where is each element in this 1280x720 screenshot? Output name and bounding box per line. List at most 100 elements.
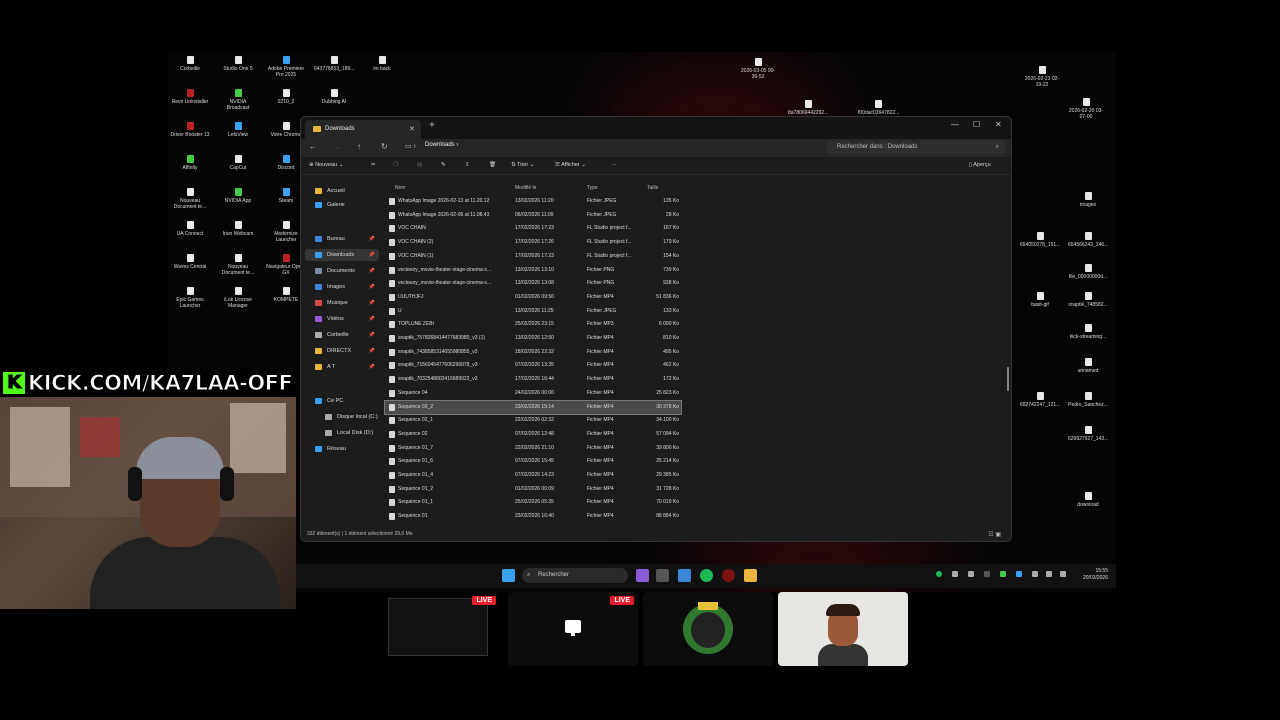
file-row[interactable]: Sequence 01_7 22/02/2026 21:10 Fichier MP4… <box>385 442 681 456</box>
column-header-date[interactable]: Modifié le <box>515 185 536 191</box>
sidebar-item-downloads[interactable]: Downloads 📌 <box>305 249 379 261</box>
search-input[interactable]: Rechercher dans : Downloads ⌕ <box>827 141 1005 154</box>
tray-icon[interactable] <box>936 571 942 577</box>
file-row[interactable]: UUUTHJFJ 01/02/2026 09:56 Fichier MP4 51 83… <box>385 291 681 305</box>
sidebar-item-directx[interactable]: DIRECTX 📌 <box>315 345 379 357</box>
tray-icon[interactable] <box>968 571 974 577</box>
tray-icon[interactable] <box>984 571 990 577</box>
paste-icon[interactable]: ▤ <box>417 162 422 168</box>
pin-icon[interactable]: 📌 <box>369 233 375 245</box>
file-row[interactable]: snaptik_7438585314655980855_v3 18/02/2026… <box>385 346 681 360</box>
desktop-icon[interactable]: UA Connect <box>170 221 210 237</box>
wifi-icon[interactable] <box>1046 571 1052 577</box>
up-arrow-icon[interactable]: ↑ <box>357 142 361 151</box>
sidebar-item-a-t[interactable]: A T 📌 <box>315 361 379 373</box>
desktop-file-icon[interactable]: 2026-02-23 02-19-22 <box>1022 66 1062 88</box>
view-button[interactable]: ☰ Afficher ⌄ <box>555 162 586 168</box>
opera-icon[interactable] <box>722 569 735 582</box>
desktop-icon[interactable]: Revo Uninstaller <box>170 89 210 105</box>
windows-start-icon[interactable] <box>502 569 515 582</box>
file-row[interactable]: snaptik_7032548803416689922_v3 17/02/2026… <box>385 373 681 387</box>
file-row[interactable]: Sequence 02_1 22/02/2026 02:32 Fichier MP4… <box>385 414 681 428</box>
sidebar-item-vid-os[interactable]: Vidéos 📌 <box>315 313 379 325</box>
more-options-button[interactable]: ··· <box>611 162 617 168</box>
desktop-icon[interactable]: CapCut <box>218 155 258 171</box>
desktop-icon[interactable]: Epic Games Launcher <box>170 287 210 309</box>
maximize-button[interactable]: ☐ <box>973 120 980 129</box>
desktop-file-icon[interactable]: 2026-02-20 03-07-00 <box>1066 98 1106 120</box>
desktop-file-icon[interactable]: 8a78069442292... <box>788 100 828 116</box>
new-tab-button[interactable]: + <box>429 120 435 131</box>
view-toggle-icons[interactable]: ☷ ▣ <box>988 531 1001 538</box>
desktop-icon[interactable]: Iriun Webcam <box>218 221 258 237</box>
cut-icon[interactable]: ✂ <box>371 162 376 168</box>
file-row[interactable]: TOPLUNE ZEBI 25/02/2026 23:15 Fichier MP3 6… <box>385 318 681 332</box>
desktop-icon[interactable]: Nouveau Document te... <box>218 254 258 276</box>
close-window-button[interactable]: ✕ <box>995 120 1002 129</box>
delete-icon[interactable]: 🗑 <box>489 162 496 168</box>
file-row[interactable]: Sequence 04 24/02/2026 00:06 Fichier MP4 25… <box>385 387 681 401</box>
share-icon[interactable]: ⇪ <box>465 162 470 168</box>
preview-button[interactable]: ▯ Aperçu <box>969 162 991 168</box>
desktop-file-icon[interactable]: 652742247_121... <box>1020 392 1060 408</box>
desktop-file-icon[interactable]: basit-gif <box>1020 292 1060 308</box>
sidebar-item-musique[interactable]: Musique 📌 <box>315 297 379 309</box>
tab-downloads[interactable]: Downloads ✕ <box>305 120 421 139</box>
file-row[interactable]: WhatsApp Image 2026-02-13 at 11.20.12 13/… <box>385 195 681 209</box>
participant-tile-screen-share[interactable]: LIVE <box>370 592 500 666</box>
desktop-icon[interactable]: NVIDIA Broadcast <box>218 89 258 111</box>
desktop-file-icon[interactable]: unnamed <box>1068 358 1108 374</box>
desktop-file-icon[interactable]: snaptik_748582... <box>1068 292 1108 308</box>
pin-icon[interactable]: 📌 <box>369 313 375 325</box>
file-row[interactable]: VOC CHAIN 17/02/2026 17:23 FL Studio proje… <box>385 222 681 236</box>
back-arrow-icon[interactable]: ← <box>309 142 317 151</box>
file-row[interactable]: vecteezy_movie-theater-stage-cinema-s...… <box>385 264 681 278</box>
file-row[interactable]: Sequence 01_2 01/02/2026 00:09 Fichier MP4… <box>385 483 681 497</box>
tray-icon[interactable] <box>1000 571 1006 577</box>
sidebar-item-corbeille[interactable]: Corbeille 📌 <box>315 329 379 341</box>
file-row[interactable]: Sequence 02_2 23/02/2026 15:14 Fichier MP4… <box>384 399 682 416</box>
sidebar-item-ce-pc[interactable]: Ce PC <box>315 395 379 407</box>
desktop-file-icon[interactable]: 629927927_143... <box>1068 426 1108 442</box>
file-explorer-icon[interactable] <box>744 569 757 582</box>
sidebar-item-bureau[interactable]: Bureau 📌 <box>315 233 379 245</box>
microphone-icon[interactable] <box>1032 571 1038 577</box>
breadcrumb[interactable]: Downloads › <box>425 142 458 148</box>
photos-icon[interactable] <box>678 569 691 582</box>
desktop-icon[interactable]: 0210_2 <box>266 89 306 105</box>
desktop-icon[interactable]: iLok License Manager <box>218 287 258 309</box>
sidebar-item-r-seau[interactable]: Réseau <box>315 443 379 455</box>
desktop-icon[interactable]: Adobe Premiere Pro 2025 <box>266 56 306 78</box>
rename-icon[interactable]: ✎ <box>441 162 446 168</box>
desktop-icon[interactable]: Nouveau Document te... <box>170 188 210 210</box>
column-header-name[interactable]: Nom <box>395 185 406 191</box>
desktop-icon[interactable]: 643776853_189... <box>314 56 354 72</box>
file-row[interactable]: Sequence 01_1 25/02/2026 05:35 Fichier MP4… <box>385 496 681 510</box>
desktop-icon[interactable]: Driver Booster 13 <box>170 122 210 138</box>
close-tab-icon[interactable]: ✕ <box>409 120 415 139</box>
participant-tile-monitor[interactable]: LIVE <box>508 592 638 666</box>
column-header-size[interactable]: Taille <box>647 185 658 191</box>
file-row[interactable]: VOC CHAIN (1) 17/02/2026 17:23 FL Studio p… <box>385 250 681 264</box>
desktop-file-icon[interactable]: f00dac03947822... <box>858 100 899 116</box>
sidebar-item-documents[interactable]: Documents 📌 <box>315 265 379 277</box>
desktop-icon[interactable]: Affinity <box>170 155 210 171</box>
desktop-file-icon[interactable]: file_00000000d... <box>1068 264 1108 280</box>
pin-icon[interactable]: 📌 <box>369 329 375 341</box>
forward-arrow-icon[interactable]: → <box>333 142 341 151</box>
pin-icon[interactable]: 📌 <box>369 361 375 373</box>
pin-icon[interactable]: 📌 <box>369 249 375 261</box>
file-row[interactable]: WhatsApp Image 2026-02-06 at 11.08.43 06/… <box>385 209 681 223</box>
file-row[interactable]: VOC CHAIN (2) 17/02/2026 17:26 FL Studio p… <box>385 236 681 250</box>
sort-button[interactable]: ⇅ Trier ⌄ <box>511 162 534 168</box>
app-icon[interactable] <box>636 569 649 582</box>
clock[interactable]: 15:55 20/03/2026 <box>1083 568 1108 582</box>
desktop-file-icon[interactable]: 654050278_151... <box>1020 232 1060 248</box>
file-row[interactable]: Sequence 01 23/02/2026 16:40 Fichier MP4 88… <box>385 510 681 524</box>
desktop-file-icon[interactable]: images <box>1068 192 1108 208</box>
file-row[interactable]: snaptik_7156045477606296878_v3 07/02/2026… <box>385 359 681 373</box>
pin-icon[interactable]: 📌 <box>369 297 375 309</box>
desktop-icon[interactable]: LetsView <box>218 122 258 138</box>
desktop-file-icon[interactable]: download <box>1068 492 1108 508</box>
pin-icon[interactable]: 📌 <box>369 265 375 277</box>
